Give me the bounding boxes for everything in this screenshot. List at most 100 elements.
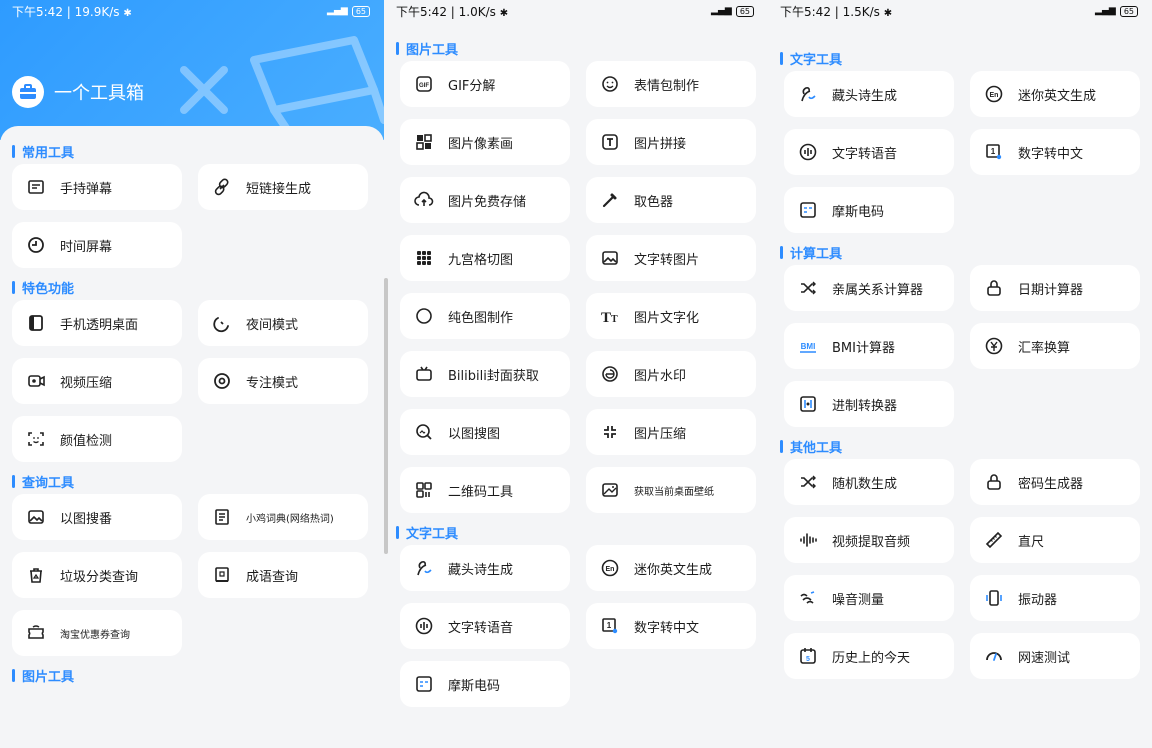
tool-label: 视频提取音频	[832, 534, 911, 550]
qrcode-icon	[414, 480, 434, 500]
tool-label: 图片水印	[634, 368, 687, 384]
tool-tile[interactable]: 短链接生成	[198, 164, 368, 210]
tool-tile[interactable]: 图片拼接	[586, 119, 756, 165]
audio-wave-icon	[798, 530, 818, 550]
notification-icon: ✱	[499, 7, 509, 19]
tool-tile[interactable]: 二维码工具	[400, 467, 570, 513]
section-title-text: 图片工具	[22, 669, 75, 685]
tool-tile[interactable]: 淘宝优惠券查询	[12, 610, 182, 656]
grid-icon	[414, 248, 434, 268]
notification-icon: ✱	[123, 7, 132, 19]
tool-tile[interactable]: 网速测试	[970, 633, 1140, 679]
tool-label: 数字转中文	[1018, 146, 1084, 162]
tool-tile[interactable]: 专注模式	[198, 358, 368, 404]
panel-image-tools: 下午5:42 | 1.0K/s ✱ ▂▄▆ 65 图片工具 GIF GIF分解 表情包制…	[384, 0, 768, 748]
tool-tile[interactable]: 图片免费存储	[400, 177, 570, 223]
tool-tile[interactable]: 纯色图制作	[400, 293, 570, 339]
status-speed: 19.9K/s	[74, 4, 120, 19]
tool-label: 进制转换器	[832, 398, 898, 414]
section-title-text: 文字工具	[790, 52, 843, 68]
panel-other-tools: 下午5:42 | 1.5K/s ✱ ▂▄▆ 65 文字工具 藏头诗生成 En 迷你英文生…	[768, 0, 1152, 748]
tool-tile[interactable]: T T 图片文字化	[586, 293, 756, 339]
scrollbar[interactable]	[384, 278, 388, 554]
tool-tile[interactable]: 获取当前桌面壁纸	[586, 467, 756, 513]
tool-label: 垃圾分类查询	[60, 569, 139, 585]
tool-tile[interactable]: 成语查询	[198, 552, 368, 598]
en-icon: En	[600, 558, 620, 578]
tool-tile[interactable]: 表情包制作	[586, 61, 756, 107]
tool-tile[interactable]: 摩斯电码	[400, 661, 570, 707]
wallpaper-icon	[600, 480, 620, 500]
tool-tile[interactable]: 噪音测量	[784, 575, 954, 621]
tool-label: 汇率换算	[1018, 340, 1071, 356]
tool-label: 时间屏幕	[60, 239, 113, 255]
tool-tile[interactable]: 文字转语音	[400, 603, 570, 649]
target-icon	[212, 371, 232, 391]
calendar-icon: 5	[798, 646, 818, 666]
tool-tile[interactable]: 摩斯电码	[784, 187, 954, 233]
tool-tile[interactable]: 时间屏幕	[12, 222, 182, 268]
tool-tile[interactable]: 图片水印	[586, 351, 756, 397]
tool-label: 专注模式	[246, 375, 299, 391]
tool-label: 以图搜图	[448, 426, 501, 442]
tool-tile[interactable]: 手持弹幕	[12, 164, 182, 210]
tool-tile[interactable]: 夜间模式	[198, 300, 368, 346]
section-title-text: 图片工具	[406, 42, 459, 58]
tool-tile[interactable]: 视频压缩	[12, 358, 182, 404]
tool-label: 图片免费存储	[448, 194, 527, 210]
tool-tile[interactable]: 文字转图片	[586, 235, 756, 281]
section-bar	[396, 525, 399, 539]
book-icon	[212, 507, 232, 527]
morse-icon	[798, 200, 818, 220]
tool-tile[interactable]: 取色器	[586, 177, 756, 223]
tool-tile[interactable]: 图片压缩	[586, 409, 756, 455]
tool-grid: 亲属关系计算器 日期计算器 BMI BMI计算器 汇率换算进制转换器	[768, 265, 1152, 427]
tool-tile[interactable]: 日期计算器	[970, 265, 1140, 311]
tool-tile[interactable]: 文字转语音	[784, 129, 954, 175]
section-title-text: 文字工具	[406, 526, 459, 542]
tool-tile[interactable]: 直尺	[970, 517, 1140, 563]
tool-tile[interactable]: 1 数字转中文	[586, 603, 756, 649]
tool-tile[interactable]: 视频提取音频	[784, 517, 954, 563]
tool-label: 二维码工具	[448, 484, 514, 500]
tool-tile[interactable]: En 迷你英文生成	[586, 545, 756, 591]
tool-label: 纯色图制作	[448, 310, 514, 326]
battery-icon: 65	[351, 5, 370, 17]
tool-tile[interactable]: 手机透明桌面	[12, 300, 182, 346]
tool-tile[interactable]: 汇率换算	[970, 323, 1140, 369]
tool-label: 视频压缩	[60, 375, 113, 391]
face-scan-icon	[26, 429, 46, 449]
tool-tile[interactable]: 藏头诗生成	[784, 71, 954, 117]
tool-tile[interactable]: 小鸡词典(网络热词)	[198, 494, 368, 540]
tool-tile[interactable]: 颜值检测	[12, 416, 182, 462]
tool-tile[interactable]: 以图搜图	[400, 409, 570, 455]
tool-grid: 手机透明桌面 夜间模式视频压缩 专注模式颜值检测	[0, 300, 384, 462]
tool-tile[interactable]: 进制转换器	[784, 381, 954, 427]
coupon-icon	[26, 623, 46, 643]
tool-tile[interactable]: 藏头诗生成	[400, 545, 570, 591]
svg-text:1: 1	[607, 621, 612, 630]
section-bar	[12, 144, 15, 158]
tool-tile[interactable]: 图片像素画	[400, 119, 570, 165]
tool-tile[interactable]: 以图搜番	[12, 494, 182, 540]
tool-tile[interactable]: BMI BMI计算器	[784, 323, 954, 369]
tool-label: 淘宝优惠券查询	[60, 629, 130, 641]
tool-tile[interactable]: En 迷你英文生成	[970, 71, 1140, 117]
tool-tile[interactable]: 九宫格切图	[400, 235, 570, 281]
signal-icon: ▂▄▆	[327, 6, 348, 16]
tool-tile[interactable]: 随机数生成	[784, 459, 954, 505]
tool-tile[interactable]: 垃圾分类查询	[12, 552, 182, 598]
shuffle-icon	[798, 472, 818, 492]
tool-grid: 手持弹幕 短链接生成时间屏幕	[0, 164, 384, 268]
tool-tile[interactable]: 5 历史上的今天	[784, 633, 954, 679]
tool-tile[interactable]: 1 数字转中文	[970, 129, 1140, 175]
video-icon	[26, 371, 46, 391]
tool-label: 迷你英文生成	[634, 562, 713, 578]
tool-tile[interactable]: 密码生成器	[970, 459, 1140, 505]
tool-tile[interactable]: GIF GIF分解	[400, 61, 570, 107]
tool-tile[interactable]: 振动器	[970, 575, 1140, 621]
tool-label: 以图搜番	[60, 511, 113, 527]
tool-tile[interactable]: Bilibili封面获取	[400, 351, 570, 397]
tool-tile[interactable]: 亲属关系计算器	[784, 265, 954, 311]
phone-icon	[26, 313, 46, 333]
